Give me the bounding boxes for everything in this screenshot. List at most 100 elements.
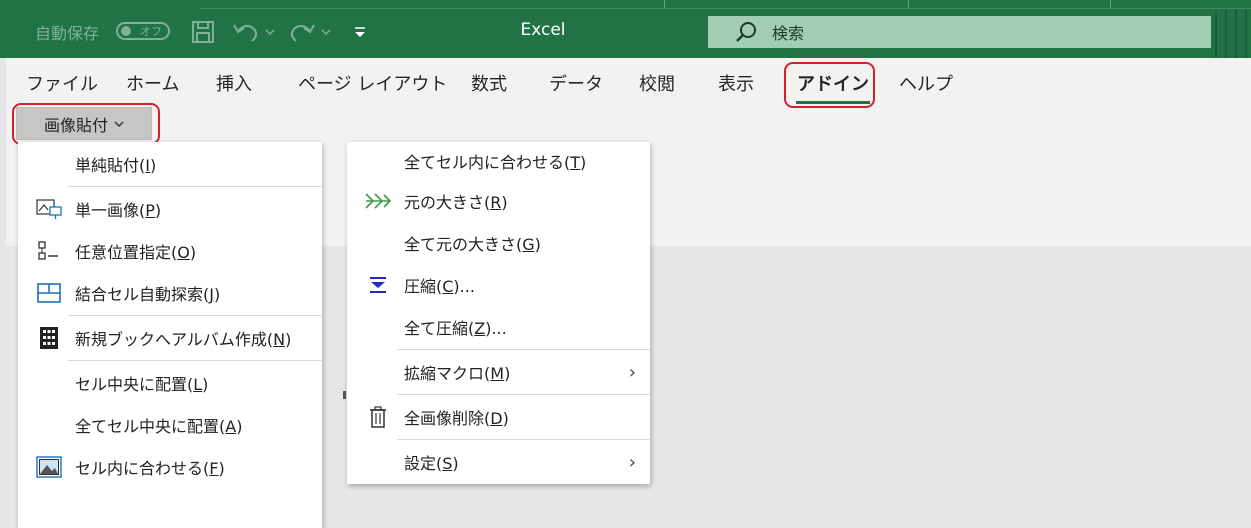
menu-label: 設定(: [404, 454, 443, 473]
menu-label: 単一画像(: [75, 201, 146, 220]
menu-label: 単純貼付(: [75, 156, 146, 175]
menu-item-settings[interactable]: 設定(S) ›: [347, 443, 650, 481]
paste-menu: 単純貼付(I) 単一画像(P) 任意位置指定(O) 結合セル自動探索(J) 新規…: [18, 142, 322, 528]
search-box[interactable]: 検索: [708, 16, 1211, 48]
autosave-label: 自動保存: [35, 24, 100, 43]
tab-page-layout[interactable]: ページ レイアウト: [298, 70, 447, 96]
menu-item-center-all[interactable]: 全てセル中央に配置(A): [18, 406, 322, 444]
menu-label: セル内に合わせる(: [75, 459, 210, 478]
tab-view[interactable]: 表示: [718, 70, 754, 96]
menu-suffix: ): [236, 417, 243, 436]
trash-icon: [364, 405, 392, 429]
position-icon: [35, 239, 63, 263]
customize-qat-icon[interactable]: [352, 18, 368, 46]
menu-suffix: ): [501, 193, 508, 212]
menu-separator: [397, 439, 650, 440]
double-arrow-icon: [364, 189, 392, 213]
menu-item-compress-all[interactable]: 全て圧縮(Z)...: [347, 308, 650, 346]
access-key: G: [522, 235, 535, 254]
menu-item-delete-all[interactable]: 全画像削除(D): [347, 398, 650, 436]
merged-cells-icon: [35, 281, 63, 305]
tab-home[interactable]: ホーム: [126, 70, 179, 96]
submenu-arrow-icon: ›: [628, 451, 636, 473]
menu-label: 全て元の大きさ(: [404, 235, 523, 254]
tab-review[interactable]: 校閲: [639, 70, 675, 96]
tab-formulas[interactable]: 数式: [471, 70, 507, 96]
app-title: Excel: [520, 20, 566, 40]
menu-label: 拡縮マクロ(: [404, 364, 491, 383]
autosave-toggle[interactable]: オフ: [116, 22, 170, 40]
menu-item-merged-cells[interactable]: 結合セル自動探索(J): [18, 274, 322, 312]
menu-label: 圧縮(: [404, 277, 443, 296]
album-icon: [35, 326, 63, 350]
menu-suffix: ): [202, 375, 209, 394]
save-icon[interactable]: [190, 18, 216, 46]
menu-separator: [68, 360, 322, 361]
tab-help[interactable]: ヘルプ: [899, 70, 953, 96]
menu-item-scale-macro[interactable]: 拡縮マクロ(M) ›: [347, 353, 650, 391]
menu-item-center-cell[interactable]: セル中央に配置(L): [18, 364, 322, 402]
stray-mark: [343, 391, 346, 399]
access-key: M: [490, 364, 505, 383]
menu-label: セル中央に配置(: [75, 375, 194, 394]
menu-item-single-image[interactable]: 単一画像(P): [18, 190, 322, 228]
menu-suffix: ): [218, 459, 225, 478]
menu-item-album[interactable]: 新規ブックへアルバム作成(N): [18, 319, 322, 357]
menu-suffix: )...: [453, 277, 475, 296]
menu-separator: [68, 315, 322, 316]
menu-item-position[interactable]: 任意位置指定(O): [18, 232, 322, 270]
window-edge-pattern: [1211, 10, 1251, 58]
access-key: R: [490, 193, 502, 212]
menu-suffix: ): [285, 330, 292, 349]
menu-item-original-size-all[interactable]: 全て元の大きさ(G): [347, 224, 650, 262]
access-key: L: [193, 375, 203, 394]
access-key: T: [570, 153, 581, 172]
search-label: 検索: [772, 24, 805, 43]
tab-data[interactable]: データ: [549, 70, 603, 96]
menu-item-original-size[interactable]: 元の大きさ(R): [347, 182, 650, 220]
sheet-header-peek: [200, 0, 1251, 9]
menu-item-fit-all[interactable]: 全てセル内に合わせる(T): [347, 142, 650, 180]
menu-separator: [397, 349, 650, 350]
menu-suffix: ): [502, 409, 509, 428]
access-key: A: [225, 417, 237, 436]
paste-button-highlight: [12, 103, 160, 145]
single-image-icon: [35, 197, 63, 221]
access-key: P: [145, 201, 155, 220]
menu-item-fit-cell[interactable]: セル内に合わせる(F): [18, 448, 322, 486]
menu-label: 新規ブックへアルバム作成(: [75, 330, 274, 349]
menu-suffix: ): [213, 285, 221, 304]
menu-separator: [397, 394, 650, 395]
tab-file[interactable]: ファイル: [26, 70, 98, 96]
menu-separator: [68, 186, 322, 187]
tab-insert[interactable]: 挿入: [216, 70, 252, 96]
menu-item-simple-paste[interactable]: 単純貼付(I): [18, 145, 322, 183]
menu-label: 元の大きさ(: [404, 193, 491, 212]
search-icon: [736, 22, 756, 42]
autosave-state: オフ: [140, 25, 162, 38]
submenu-arrow-icon: ›: [628, 361, 636, 383]
menu-suffix: ): [452, 454, 459, 473]
menu-label: 結合セル自動探索(: [75, 285, 210, 304]
access-key: O: [177, 243, 190, 262]
menu-suffix: ): [154, 201, 162, 220]
paste-submenu: 全てセル内に合わせる(T) 元の大きさ(R) 全て元の大きさ(G) 圧縮(C).…: [347, 142, 650, 484]
access-key: S: [442, 454, 453, 473]
redo-icon[interactable]: [288, 18, 332, 46]
menu-suffix: ): [534, 235, 541, 254]
title-bar: 自動保存 オフ Excel 検索: [0, 0, 1251, 58]
menu-suffix: ): [149, 156, 157, 175]
menu-suffix: ): [580, 153, 587, 172]
ribbon-tabs: ファイル ホーム 挿入 ページ レイアウト 数式 データ 校閲 表示 アドイン …: [6, 58, 1251, 104]
addins-tab-highlight: [784, 62, 875, 108]
undo-icon[interactable]: [232, 18, 276, 46]
menu-label: 全てセル内に合わせる(: [404, 153, 571, 172]
access-key: D: [490, 409, 503, 428]
access-key: Z: [474, 319, 486, 338]
menu-label: 全て圧縮(: [404, 319, 475, 338]
menu-label: 全てセル中央に配置(: [75, 417, 226, 436]
access-key: N: [273, 330, 286, 349]
menu-label: 任意位置指定(: [75, 243, 178, 262]
menu-item-compress[interactable]: 圧縮(C)...: [347, 266, 650, 304]
menu-suffix: )...: [485, 319, 507, 338]
